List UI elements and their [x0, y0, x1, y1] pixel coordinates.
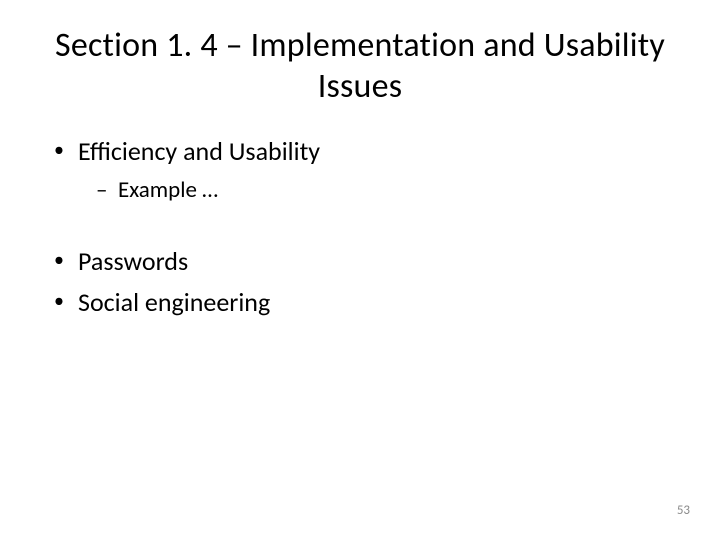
bullet-item: • Social engineering	[54, 285, 670, 320]
bullet-marker: •	[54, 285, 78, 317]
bullet-text: Social engineering	[78, 285, 270, 320]
bullet-text: Passwords	[78, 244, 188, 279]
bullet-marker: •	[54, 244, 78, 276]
bullet-text: Efficiency and Usability	[78, 134, 320, 169]
bullet-item: • Passwords	[54, 244, 670, 279]
spacer	[54, 212, 670, 244]
slide-content: • Efficiency and Usability – Example … •…	[50, 134, 670, 320]
bullet-marker: •	[54, 134, 78, 166]
sub-bullet-item: – Example …	[96, 175, 670, 206]
bullet-item: • Efficiency and Usability	[54, 134, 670, 169]
sub-bullet-text: Example …	[118, 175, 218, 206]
slide: Section 1. 4 – Implementation and Usabil…	[0, 0, 720, 540]
sub-bullet-marker: –	[96, 175, 118, 206]
page-number: 53	[677, 503, 690, 518]
slide-title: Section 1. 4 – Implementation and Usabil…	[50, 26, 670, 108]
